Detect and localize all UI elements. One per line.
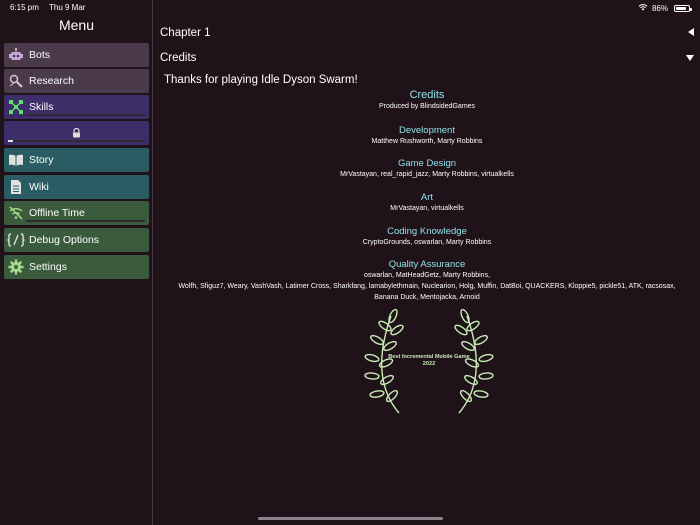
credit-heading: Coding Knowledge <box>387 226 467 237</box>
sidebar-item-label: Debug Options <box>29 234 100 246</box>
code-icon <box>7 231 25 249</box>
chevron-down-icon <box>686 52 694 64</box>
skills-icon <box>7 98 25 116</box>
credit-heading: Development <box>399 125 455 136</box>
sidebar-item-label: Wiki <box>29 181 49 193</box>
credits-header-title: Credits <box>160 52 197 64</box>
lock-icon <box>72 128 81 138</box>
sidebar-item-wiki[interactable]: Wiki <box>4 175 149 199</box>
credit-heading: Quality Assurance <box>388 259 466 270</box>
sidebar-item-skills[interactable]: Skills <box>4 95 149 119</box>
sidebar-item-label: Research <box>29 75 74 87</box>
thanks-message: Thanks for playing Idle Dyson Swarm! <box>164 74 358 86</box>
award-title: Best Incremental Mobile Game <box>388 354 470 360</box>
credit-names: oswarlan, MatHeadGetz, Marty Robbins, <box>363 272 491 279</box>
credit-heading: Game Design <box>397 158 457 169</box>
sidebar-item-locked[interactable] <box>4 121 149 145</box>
credit-names: Wolfh, Sfiguz7, Weary, VashVash, Latimer… <box>178 283 676 290</box>
credit-names: MrVastayan, real_rapid_jazz, Marty Robbi… <box>340 171 514 178</box>
sidebar-item-research[interactable]: Research <box>4 69 149 93</box>
sidebar-item-label: Settings <box>29 261 67 273</box>
offline-time-progress-bar <box>26 220 145 222</box>
credits-section-coding-knowledge: Coding Knowledge CryptoGrounds, oswarlan… <box>154 226 700 248</box>
credits-title: Credits <box>409 89 445 101</box>
credit-names: CryptoGrounds, oswarlan, Marty Robbins <box>362 239 492 246</box>
sidebar-item-bots[interactable]: Bots <box>4 43 149 67</box>
chapter-title: Chapter 1 <box>160 27 211 39</box>
credits-section-development: Development Matthew Rushworth, Marty Rob… <box>154 125 700 147</box>
home-indicator[interactable] <box>258 517 443 520</box>
award-text: Best Incremental Mobile Game 2022 <box>359 354 499 368</box>
produced-by: Produced by BlindsidedGames <box>378 103 476 110</box>
sidebar-item-label: Bots <box>29 49 51 61</box>
menu-title: Menu <box>58 17 95 33</box>
credit-names: MrVastayan, virtualkells <box>390 205 464 212</box>
credits-section-art: Art MrVastayan, virtualkells <box>154 192 700 214</box>
main-panel: Chapter 1 Credits Thanks for playing Idl… <box>154 0 700 525</box>
sidebar-item-offline-time[interactable]: Offline Time <box>4 201 149 225</box>
award-year: 2022 <box>422 361 436 367</box>
credits-section-game-design: Game Design MrVastayan, real_rapid_jazz,… <box>154 158 700 180</box>
research-icon <box>7 72 25 90</box>
sidebar-item-settings[interactable]: Settings <box>4 255 149 279</box>
sidebar-item-label: Story <box>29 154 54 166</box>
wifi-off-icon <box>7 204 25 222</box>
chevron-left-icon <box>688 27 694 39</box>
credit-names: Matthew Rushworth, Marty Robbins <box>371 138 483 145</box>
book-icon <box>7 151 25 169</box>
robot-icon <box>7 46 25 64</box>
document-icon <box>7 178 25 196</box>
sidebar-item-label: Offline Time <box>29 207 85 219</box>
credits-header[interactable]: Credits <box>160 52 694 64</box>
credits-section-quality-assurance: Quality Assurance oswarlan, MatHeadGetz,… <box>154 259 700 303</box>
credit-heading: Art <box>420 192 434 203</box>
sidebar-item-story[interactable]: Story <box>4 148 149 172</box>
chapter-header[interactable]: Chapter 1 <box>160 27 694 39</box>
sidebar: Menu Bots Research Skills Story Wiki Off… <box>0 0 153 525</box>
skills-progress-bar <box>26 114 145 116</box>
locked-progress-bar <box>8 140 145 142</box>
gear-icon <box>7 258 25 276</box>
sidebar-item-label: Skills <box>29 101 54 113</box>
sidebar-item-debug-options[interactable]: Debug Options <box>4 228 149 252</box>
credit-names: Banana Duck, Mentojacka, Arnoid <box>374 294 480 301</box>
